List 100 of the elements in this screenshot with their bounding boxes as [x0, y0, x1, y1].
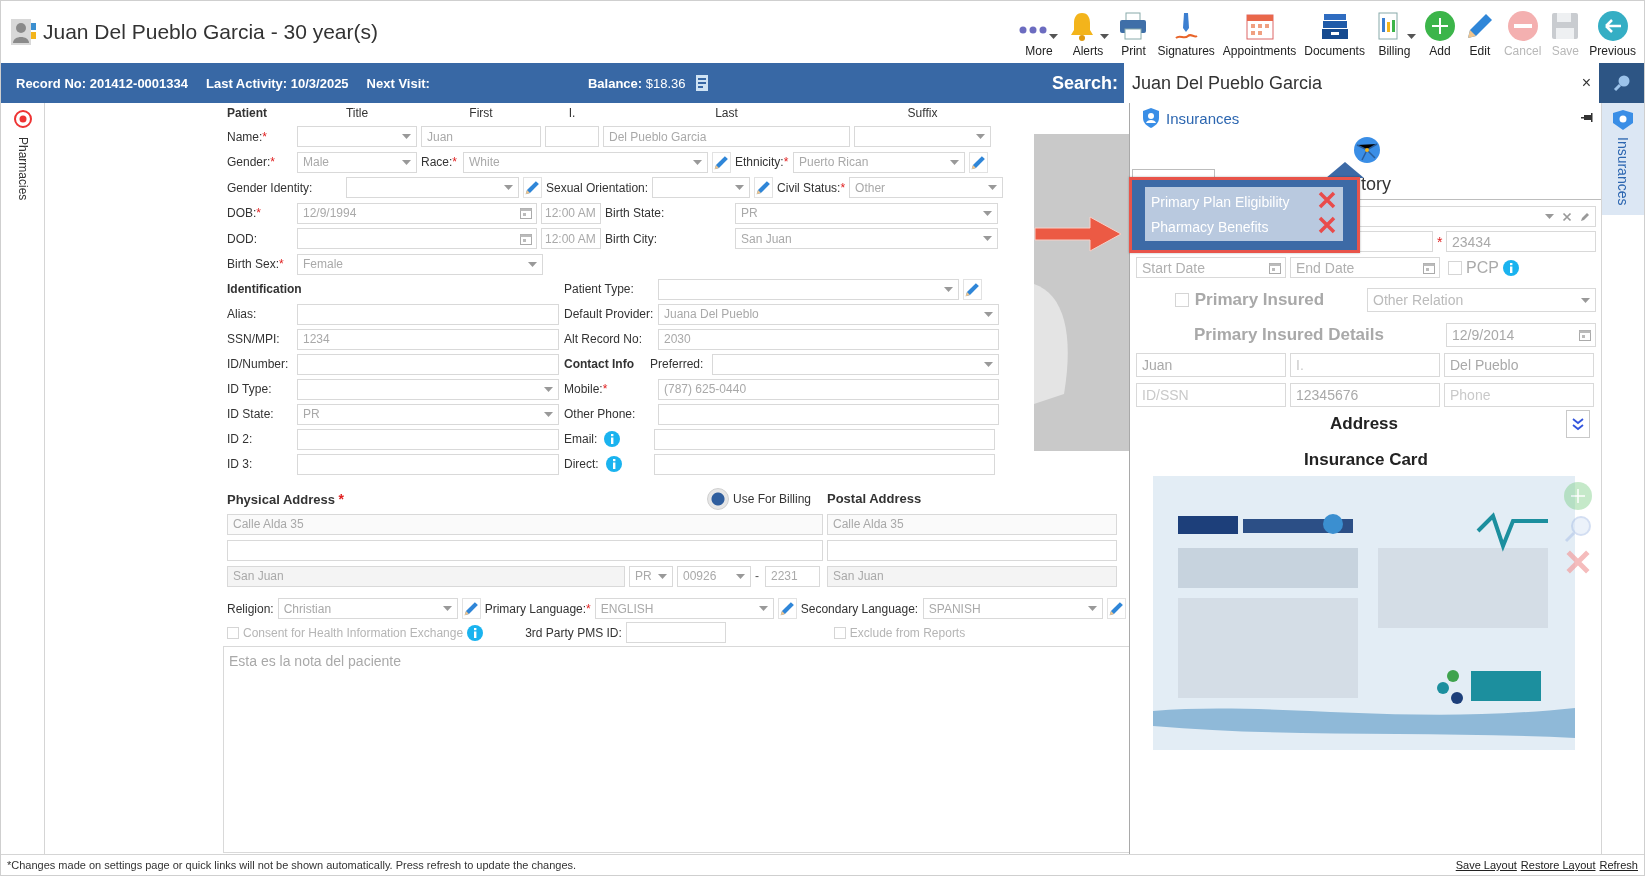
field-label: Ethnicity:* [735, 155, 789, 169]
checkbox-label: Primary Insured [1194, 290, 1325, 310]
edit-button[interactable] [461, 598, 481, 619]
date-field[interactable]: 12/9/2014 [1446, 323, 1596, 347]
input-field[interactable] [654, 428, 995, 450]
dropdown[interactable]: Other Relation [1367, 288, 1596, 312]
dropdown[interactable]: White [463, 151, 708, 173]
dropdown[interactable]: PR [735, 202, 998, 224]
input-field[interactable]: Juan [1136, 353, 1286, 377]
toolbar-button[interactable]: Alerts [1062, 6, 1114, 58]
toolbar-button[interactable]: Add [1419, 6, 1460, 58]
side-tab[interactable]: Pharmacies [15, 137, 30, 201]
field-label: ID Type: [227, 382, 273, 396]
dropdown[interactable]: PR [629, 565, 673, 587]
clear-button[interactable]: × [1579, 74, 1593, 92]
input-field[interactable]: San Juan [227, 565, 625, 587]
dropdown[interactable]: 00926 [677, 565, 751, 587]
edit-button[interactable] [754, 177, 774, 198]
radio-button[interactable] [707, 487, 729, 510]
input-field[interactable]: 2030 [658, 328, 999, 350]
input-field[interactable] [658, 403, 999, 425]
input-field[interactable]: Calle Alda 35 [827, 513, 1117, 535]
info-icon [467, 624, 484, 641]
input-field[interactable]: Juan [421, 126, 541, 147]
dropdown[interactable]: SPANISH [922, 598, 1103, 619]
field-label: DOB:* [227, 206, 262, 220]
caret-icon [984, 311, 993, 317]
search-icon[interactable] [1563, 514, 1593, 544]
toolbar-button[interactable]: Previous [1585, 6, 1640, 58]
checkbox[interactable] [1174, 293, 1189, 307]
field-label: Birth City: [605, 231, 658, 246]
toolbar-button[interactable]: Print [1113, 6, 1154, 58]
edit-button[interactable] [712, 151, 731, 173]
input-field[interactable] [227, 539, 823, 561]
date-field[interactable] [297, 228, 537, 249]
input-field[interactable]: (787) 625-0440 [658, 378, 999, 400]
footer-link[interactable]: Save Layout [1455, 859, 1517, 871]
checkbox[interactable] [833, 626, 846, 639]
date-field[interactable]: Start Date [1136, 257, 1286, 278]
input-field[interactable] [297, 353, 559, 375]
dropdown[interactable]: Juana Del Pueblo [658, 303, 999, 325]
checkbox[interactable] [1448, 260, 1462, 275]
column-title: Last [714, 106, 739, 120]
dropdown[interactable]: Female [297, 253, 543, 275]
date-field[interactable]: End Date [1290, 257, 1440, 278]
input-field[interactable]: San Juan [827, 565, 1117, 587]
input-field[interactable] [827, 539, 1117, 561]
edit-button[interactable] [963, 278, 982, 300]
input-field[interactable]: 23434 [1446, 231, 1596, 252]
input-field[interactable]: 1234 [297, 328, 559, 350]
toolbar-button[interactable]: Documents [1300, 6, 1369, 58]
input-field[interactable]: 12345676 [1290, 383, 1440, 407]
caret-icon [976, 134, 985, 139]
notes-field[interactable]: Esta es la nota del paciente [223, 645, 1130, 853]
input-field[interactable] [545, 126, 599, 147]
input-field[interactable]: 12:00 AM [541, 202, 601, 224]
chevrons-down-icon [1572, 417, 1584, 431]
caret-icon [544, 411, 553, 417]
edit-button[interactable] [523, 177, 542, 198]
expand-button[interactable] [1566, 410, 1590, 438]
input-field[interactable]: Del Pueblo [1444, 353, 1594, 377]
toolbar-button[interactable]: Billing [1368, 6, 1420, 58]
date-field[interactable]: 12/9/1994 [297, 202, 537, 224]
input-field[interactable]: 12:00 AM [541, 228, 601, 249]
input-field[interactable] [297, 428, 559, 450]
edit-button[interactable] [777, 598, 797, 619]
toolbar-button[interactable]: More [1015, 6, 1063, 58]
input-field[interactable] [625, 622, 726, 643]
field-label: 3rd Party PMS ID: [525, 625, 622, 640]
column-title: Suffix [906, 106, 939, 120]
dropdown[interactable]: San Juan [735, 228, 998, 249]
dropdown[interactable]: Christian [277, 598, 458, 619]
checkbox[interactable] [227, 626, 239, 639]
edit-button[interactable] [969, 151, 988, 173]
dropdown[interactable]: Male [297, 151, 417, 173]
toolbar-button[interactable]: Appointments [1218, 6, 1301, 58]
caret-icon [988, 185, 998, 190]
input-field[interactable] [297, 303, 559, 325]
input-field[interactable]: Del Pueblo Garcia [603, 126, 850, 147]
search-field[interactable]: Juan Del Pueblo Garcia × [1124, 63, 1599, 103]
input-field[interactable] [654, 453, 995, 475]
pin-icon[interactable] [1581, 113, 1593, 123]
search-button[interactable] [1599, 63, 1644, 103]
edit-button[interactable] [1106, 598, 1126, 619]
cross-icon [1317, 189, 1337, 210]
dropdown[interactable]: PR [297, 403, 559, 425]
side-tab[interactable]: Insurances [1602, 103, 1644, 216]
toolbar-button[interactable]: Signatures [1153, 6, 1219, 58]
input-field[interactable] [297, 453, 559, 475]
input-field[interactable]: 2231 [765, 565, 820, 587]
shield-icon [1142, 107, 1160, 129]
dropdown[interactable]: Other [849, 177, 1004, 198]
footer-link[interactable]: Restore Layout [1520, 859, 1596, 871]
caret-icon [1545, 214, 1554, 219]
footer-link[interactable]: Refresh [1599, 859, 1638, 871]
toolbar-button[interactable]: Edit [1459, 6, 1500, 58]
plus-icon[interactable] [1564, 482, 1592, 510]
input-field[interactable]: Calle Alda 35 [227, 513, 823, 535]
dropdown[interactable]: ENGLISH [594, 598, 774, 619]
dropdown[interactable]: Puerto Rican [793, 151, 965, 173]
